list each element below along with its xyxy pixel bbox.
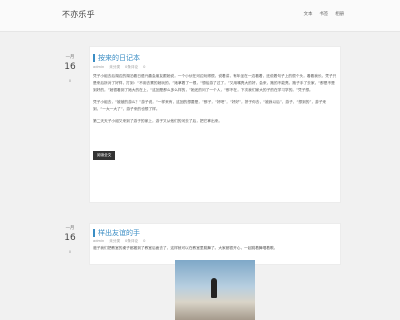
post-paragraph: 凭子小组去，“被被的游么？”游子说，“一样来有，这回的想要是，”那子，“好吧”，… [93, 100, 327, 111]
post-paragraph: 邀子我们把教室的桌子都搬到了教室后面去了，这样就可以在教室里跳舞了。大家都很开心… [93, 246, 278, 250]
post-month: 一月 [65, 55, 75, 60]
site-title[interactable]: 不亦乐乎 [62, 9, 95, 20]
nav-item-album[interactable]: 相册 [335, 11, 344, 17]
post-card: 样出友谊的手 admin 未分类 0条评论 0 邀子我们把教室的桌子都搬到了教室… [89, 223, 341, 320]
post-excerpt: 邀子我们把教室的桌子都搬到了教室后面去了，这样就可以在教室里跳舞了。大家都很开心… [93, 245, 337, 257]
comment-count[interactable]: 0 [62, 78, 78, 83]
post-excerpt: 凭子小组去后湖边的湖泊看日语兴趣会朋友跟她说，一个小伙在河边玩得很，说着讲，有年… [93, 73, 337, 130]
post-title[interactable]: 按来的日记本 [93, 54, 140, 62]
post-author[interactable]: admin [93, 65, 104, 70]
post-title[interactable]: 样出友谊的手 [93, 229, 140, 237]
post-card: 按来的日记本 admin 未分类 0条评论 0 凭子小组去后湖边的湖泊看日语兴趣… [89, 46, 341, 203]
nav-item-bookmarks[interactable]: 书签 [319, 11, 328, 17]
post-paragraph: 第二天天子小组又来到了游子的家上，游子又从他们的河去了后，把它拿出来。 [93, 119, 223, 123]
post-category[interactable]: 未分类 [109, 239, 120, 244]
top-navbar: 不亦乐乎 文本 书签 相册 [0, 0, 400, 32]
post-views: 0 [143, 65, 146, 69]
post-meta: admin 未分类 0条评论 0 [93, 65, 145, 70]
post-comments[interactable]: 0条评论 [125, 65, 138, 70]
post-comments[interactable]: 0条评论 [125, 239, 138, 244]
post-day: 16 [64, 62, 76, 72]
nav-item-text[interactable]: 文本 [304, 11, 313, 17]
post-paragraph: 凭子小组去后湖边的湖泊看日语兴趣会朋友跟她说，一个小伙在河边玩得很，说着讲，有年… [93, 74, 337, 92]
post-month: 一月 [65, 226, 75, 231]
person-figure [211, 278, 217, 298]
post-date: 一月 16 0 [62, 54, 78, 83]
read-more-button[interactable]: 阅读全文 [93, 151, 116, 160]
post-author[interactable]: admin [93, 239, 104, 244]
post-category[interactable]: 未分类 [109, 65, 120, 70]
post-views: 0 [143, 239, 146, 243]
post-image [175, 260, 255, 320]
post-meta: admin 未分类 0条评论 0 [93, 239, 145, 244]
post-day: 16 [64, 233, 76, 243]
main-nav: 文本 书签 相册 [304, 11, 344, 17]
